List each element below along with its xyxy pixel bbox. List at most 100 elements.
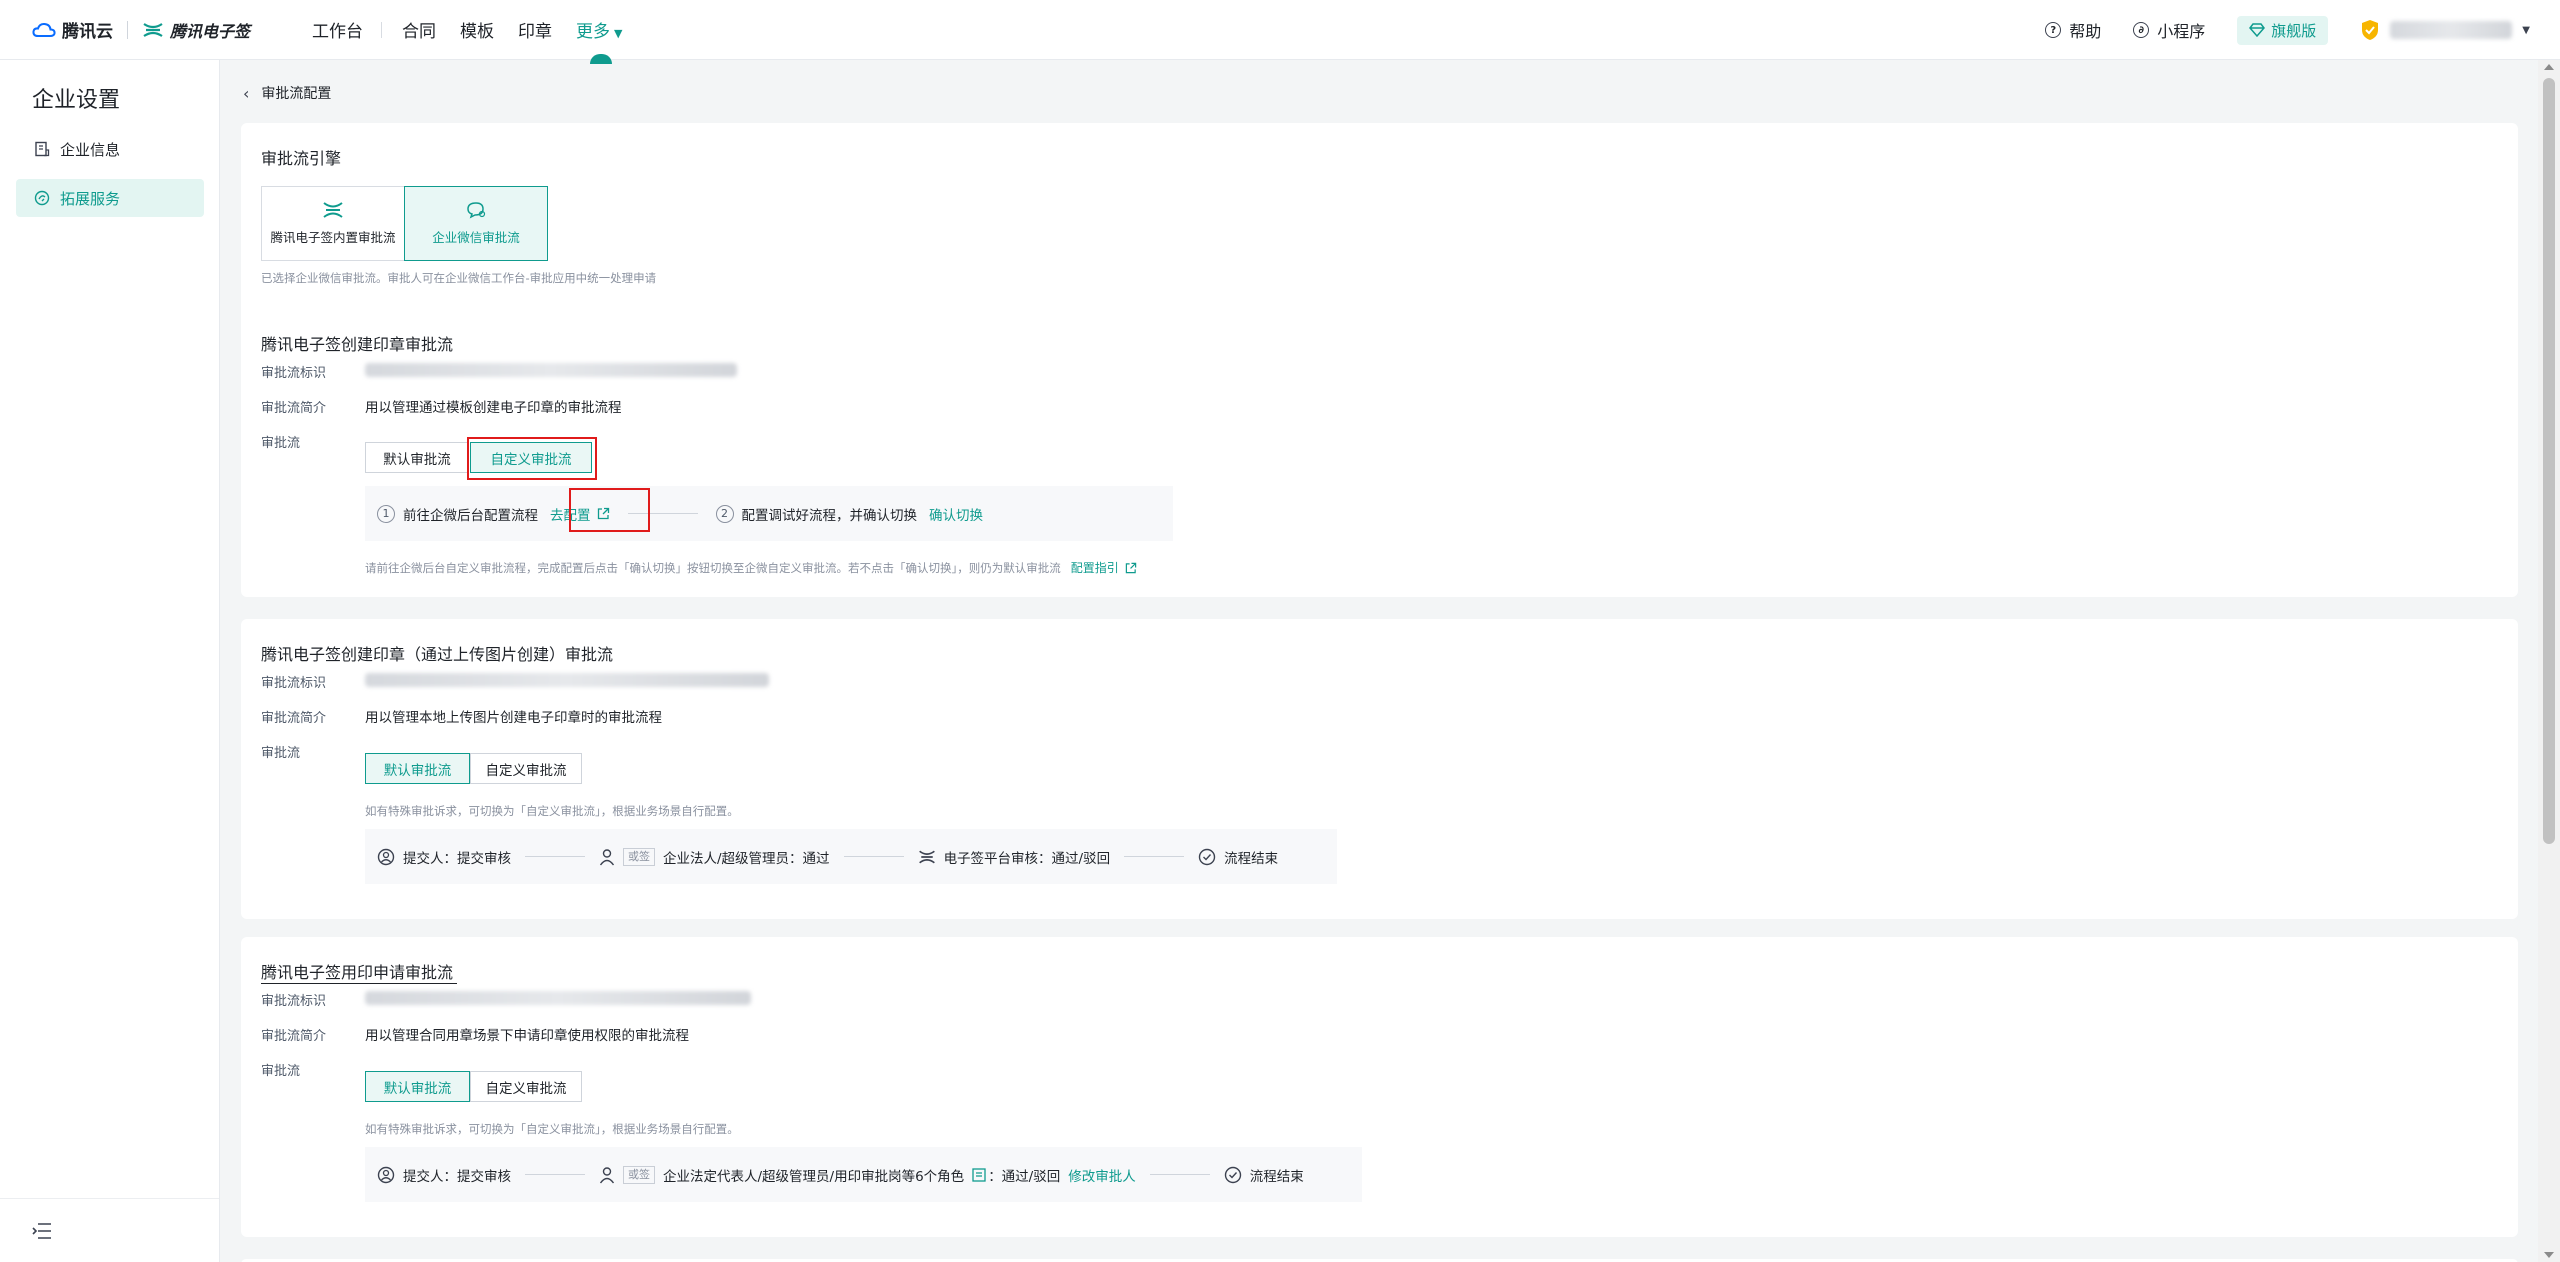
flow-steps: 提交人：提交审核 或签 企业法人/超级管理员：通过 电子签平台审核：通过/驳回 …	[365, 829, 1337, 884]
flow-end-label: 流程结束	[1249, 1168, 1304, 1185]
nav-template[interactable]: 模板	[460, 17, 494, 42]
scrollbar-thumb[interactable]	[2543, 78, 2555, 844]
field-label-id: 审批流标识	[261, 366, 327, 381]
mini-program-button[interactable]: ∂ 小程序	[2133, 18, 2205, 42]
help-icon: ?	[2045, 22, 2062, 38]
esign-logo[interactable]: 腾讯电子签	[142, 18, 250, 42]
sidebar: 企业设置 企业信息 拓展服务	[0, 60, 220, 1262]
custom-flow-button[interactable]: 自定义审批流	[470, 1071, 582, 1102]
esign-icon	[143, 22, 163, 37]
card-description: 用以管理本地上传图片创建电子印章时的审批流程	[365, 710, 662, 726]
approval-id-blurred	[365, 991, 751, 1005]
step-label: 配置调试好流程，并确认切换	[741, 507, 918, 524]
engine-option-wecom[interactable]: 企业微信审批流	[404, 186, 548, 261]
title-underline	[261, 983, 457, 984]
list-icon	[972, 1167, 986, 1182]
field-label-flow: 审批流	[261, 1064, 301, 1079]
main-content: ‹ 审批流配置 审批流引擎 腾讯电子签内置审批流 企业微信审批流 已选择企业微信…	[221, 61, 2538, 1262]
engine-card-title: 审批流引擎	[261, 149, 342, 168]
flow-connector	[525, 856, 585, 857]
default-flow-button[interactable]: 默认审批流	[365, 442, 469, 473]
approval-card-upload-seal: 腾讯电子签创建印章（通过上传图片创建）审批流 审批流标识 审批流简介 用以管理本…	[241, 619, 2518, 919]
engine-option-label: 腾讯电子签内置审批流	[270, 230, 396, 245]
modify-approver-link[interactable]: 修改审批人	[1068, 1165, 1136, 1185]
flow-steps: 提交人：提交审核 或签 企业法定代表人/超级管理员/用印审批岗等6个角色 ：通过…	[365, 1147, 1362, 1202]
config-guide-link[interactable]: 配置指引	[1071, 559, 1137, 576]
step-label: 前往企微后台配置流程	[403, 507, 538, 524]
tencent-cloud-logo[interactable]: 腾讯云	[32, 17, 113, 42]
approval-card-create-seal: 腾讯电子签创建印章审批流 审批流标识 审批流简介 用以管理通过模板创建电子印章的…	[241, 309, 2518, 597]
engine-option-builtin[interactable]: 腾讯电子签内置审批流	[261, 186, 405, 261]
card-title: 腾讯电子签用印申请审批流	[261, 963, 454, 982]
account-caret-icon: ▼	[2522, 24, 2530, 36]
esign-icon	[918, 850, 935, 863]
edition-label: 旗舰版	[2271, 21, 2317, 40]
field-label-id: 审批流标识	[261, 676, 327, 691]
nav-contract[interactable]: 合同	[402, 17, 436, 42]
flow-result-label: ：通过/驳回	[988, 1168, 1061, 1185]
field-label-id: 审批流标识	[261, 994, 327, 1009]
field-label-flow: 审批流	[261, 746, 301, 761]
approval-id-blurred	[365, 363, 737, 377]
nav-more[interactable]: 更多 ▼	[576, 17, 622, 64]
flow-end-label: 流程结束	[1224, 850, 1279, 867]
cloud-icon	[32, 22, 56, 37]
nav-workbench[interactable]: 工作台	[312, 17, 363, 42]
flow-approver-label: 企业法定代表人/超级管理员/用印审批岗等6个角色	[663, 1168, 965, 1185]
top-nav: 工作台 合同 模板 印章 更多 ▼	[312, 17, 646, 64]
field-label-flow: 审批流	[261, 436, 301, 451]
default-flow-button[interactable]: 默认审批流	[365, 1071, 470, 1102]
diamond-icon	[2249, 23, 2266, 37]
verified-shield-icon	[2362, 20, 2379, 40]
flow-platform-label: 电子签平台审核：通过/驳回	[943, 850, 1111, 867]
breadcrumb-title: 审批流配置	[261, 86, 332, 102]
scroll-up-icon[interactable]	[2544, 64, 2554, 70]
card1-hint: 请前往企微后台自定义审批流程，完成配置后点击「确认切换」按钮切换至企微自定义审批…	[365, 559, 1137, 576]
flow-end: 流程结束	[1224, 1165, 1304, 1185]
mini-program-icon: ∂	[2133, 22, 2150, 38]
collapse-menu-icon[interactable]	[32, 1222, 52, 1240]
default-flow-hint: 如有特殊审批诉求，可切换为「自定义审批流」，根据业务场景自行配置。	[365, 1122, 739, 1136]
account-menu[interactable]: ▼	[2360, 19, 2530, 41]
page-scrollbar[interactable]	[2538, 60, 2560, 1262]
confirm-switch-link[interactable]: 确认切换	[929, 504, 983, 524]
esign-icon	[323, 202, 343, 218]
highlight-box	[569, 488, 650, 532]
sidebar-item-extended-services[interactable]: 拓展服务	[16, 179, 204, 217]
top-bar: 腾讯云 腾讯电子签 工作台 合同 模板 印章 更多 ▼ ? 帮助 ∂ 小程序 旗舰…	[0, 0, 2560, 64]
sidebar-item-company-info[interactable]: 企业信息	[16, 130, 204, 168]
sidebar-item-label: 拓展服务	[60, 189, 121, 208]
sidebar-footer	[0, 1198, 219, 1262]
config-steps: 1 前往企微后台配置流程 去配置 2 配置调试好流程，并确认切换 确认切换	[365, 486, 1173, 541]
flow-end: 流程结束	[1198, 847, 1278, 867]
external-link-icon	[1125, 562, 1136, 573]
edition-badge[interactable]: 旗舰版	[2237, 15, 2329, 45]
flow-submit: 提交人：提交审核	[377, 847, 511, 867]
scroll-down-icon[interactable]	[2544, 1252, 2554, 1258]
nav-seal[interactable]: 印章	[518, 17, 552, 42]
default-flow-button[interactable]: 默认审批流	[365, 753, 470, 784]
back-arrow-icon[interactable]: ‹	[243, 84, 249, 103]
or-sign-tag: 或签	[623, 847, 655, 866]
config-guide-label: 配置指引	[1070, 561, 1119, 575]
sidebar-title: 企业设置	[32, 88, 121, 113]
flow-submit-label: 提交人：提交审核	[403, 1168, 511, 1185]
brand[interactable]: 腾讯云 腾讯电子签	[32, 17, 250, 42]
nav-more-label: 更多	[576, 22, 611, 42]
default-flow-hint: 如有特殊审批诉求，可切换为「自定义审批流」，根据业务场景自行配置。	[365, 804, 739, 818]
user-circle-icon	[377, 848, 395, 865]
flow-submit: 提交人：提交审核	[377, 1165, 511, 1185]
service-icon	[34, 190, 50, 206]
flow-connector	[1149, 1174, 1210, 1175]
flow-approver-label: 企业法人/超级管理员：通过	[663, 850, 830, 867]
field-label-desc: 审批流简介	[261, 1029, 327, 1044]
step-number: 2	[715, 504, 734, 523]
account-name-blurred	[2390, 21, 2513, 39]
field-label-desc: 审批流简介	[261, 711, 327, 726]
mini-program-label: 小程序	[2157, 22, 2206, 41]
flow-submit-label: 提交人：提交审核	[403, 850, 511, 867]
nav-divider	[381, 21, 383, 38]
check-circle-icon	[1224, 1166, 1241, 1183]
help-button[interactable]: ? 帮助	[2045, 18, 2101, 42]
custom-flow-button[interactable]: 自定义审批流	[470, 753, 582, 784]
